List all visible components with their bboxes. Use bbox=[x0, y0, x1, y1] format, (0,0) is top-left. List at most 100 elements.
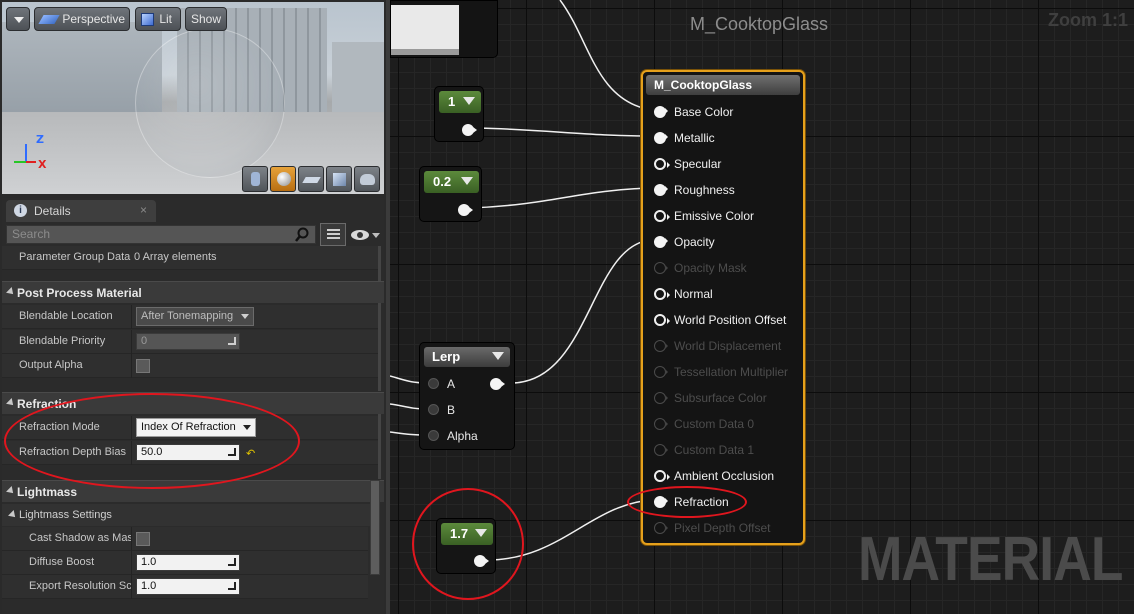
material-preview-viewport[interactable]: Perspective Lit Show Z X bbox=[2, 2, 384, 194]
output-pin[interactable] bbox=[462, 124, 477, 136]
chevron-down-icon bbox=[14, 17, 24, 23]
eye-icon bbox=[351, 230, 380, 240]
input-pin-pixel-depth-offset bbox=[654, 522, 668, 534]
category-post-process-material[interactable]: Post Process Material bbox=[2, 281, 384, 303]
search-icon[interactable] bbox=[294, 227, 310, 243]
input-pin-roughness[interactable] bbox=[654, 184, 668, 196]
collapse-arrow-icon bbox=[6, 398, 16, 408]
input-label-custom-data-1: Custom Data 1 bbox=[674, 443, 755, 457]
constant-value: 0.2 bbox=[433, 174, 452, 189]
output-pin[interactable] bbox=[490, 378, 505, 390]
input-label-a: A bbox=[447, 377, 456, 391]
property-label: Output Alpha bbox=[19, 359, 83, 371]
input-pin-specular[interactable] bbox=[654, 158, 670, 170]
input-label-base-color: Base Color bbox=[674, 105, 734, 119]
collapse-triangle-icon[interactable] bbox=[463, 97, 475, 105]
texture-thumbnail bbox=[391, 5, 459, 51]
blendable-priority-field[interactable]: 0 bbox=[136, 333, 240, 350]
cube-icon bbox=[333, 173, 346, 186]
lerp-node[interactable]: Lerp A B Alpha bbox=[419, 342, 515, 450]
close-icon[interactable]: × bbox=[140, 203, 147, 217]
cast-shadow-checkbox[interactable] bbox=[136, 532, 150, 546]
category-label: Post Process Material bbox=[17, 286, 142, 300]
column-divider bbox=[131, 330, 132, 354]
collapse-arrow-icon bbox=[6, 287, 16, 297]
preview-sphere bbox=[135, 28, 285, 178]
input-pin-ambient-occlusion[interactable] bbox=[654, 470, 670, 482]
search-input[interactable]: Search bbox=[6, 225, 316, 244]
input-pin-subsurface-color bbox=[654, 392, 668, 404]
show-button[interactable]: Show bbox=[185, 7, 227, 31]
tab-details[interactable]: i Details × bbox=[6, 200, 156, 222]
input-label-world-position-offset: World Position Offset bbox=[674, 313, 787, 327]
view-options-button[interactable] bbox=[348, 225, 382, 245]
preview-cylinder-button[interactable] bbox=[242, 166, 268, 192]
input-pin-custom-data-0 bbox=[654, 418, 668, 430]
axis-gizmo-icon bbox=[14, 140, 38, 164]
preview-mesh-button[interactable] bbox=[354, 166, 380, 192]
collapse-triangle-icon[interactable] bbox=[461, 177, 473, 185]
property-label: Blendable Location bbox=[19, 310, 113, 322]
collapse-triangle-icon[interactable] bbox=[492, 352, 504, 360]
material-result-node[interactable]: M_CooktopGlass Base Color Metallic Specula… bbox=[641, 70, 805, 545]
input-pin-b[interactable] bbox=[428, 404, 439, 415]
input-label-roughness: Roughness bbox=[674, 183, 735, 197]
teapot-icon bbox=[360, 174, 375, 185]
input-pin-custom-data-1 bbox=[654, 444, 668, 456]
output-alpha-checkbox[interactable] bbox=[136, 359, 150, 373]
input-pin-base-color[interactable] bbox=[654, 106, 668, 118]
chevron-down-icon bbox=[241, 314, 249, 319]
property-row-parameter-group-data: Parameter Group Data 0 Array elements bbox=[2, 246, 378, 270]
input-pin-world-position-offset[interactable] bbox=[654, 314, 670, 326]
category-label: Lightmass bbox=[17, 485, 78, 499]
column-divider bbox=[131, 527, 132, 551]
view-mode-lit-button[interactable]: Lit bbox=[135, 7, 181, 31]
input-label-b: B bbox=[447, 403, 456, 417]
perspective-label: Perspective bbox=[62, 12, 126, 26]
lit-cube-icon bbox=[141, 13, 154, 27]
input-label-metallic: Metallic bbox=[674, 131, 715, 145]
graph-watermark: MATERIAL bbox=[858, 525, 1123, 594]
property-matrix-button[interactable] bbox=[320, 223, 346, 246]
blendable-location-dropdown[interactable]: After Tonemapping bbox=[136, 307, 254, 326]
preview-cube-button[interactable] bbox=[326, 166, 352, 192]
column-divider bbox=[131, 354, 132, 378]
preview-plane-button[interactable] bbox=[298, 166, 324, 192]
texture-sample-node[interactable] bbox=[390, 0, 498, 58]
plane-icon bbox=[302, 177, 321, 183]
input-label-alpha: Alpha bbox=[447, 429, 478, 443]
preview-sphere-button[interactable] bbox=[270, 166, 296, 192]
input-pin-opacity[interactable] bbox=[654, 236, 668, 248]
input-label-specular: Specular bbox=[674, 157, 722, 171]
input-pin-a[interactable] bbox=[428, 378, 439, 389]
property-row-cast-shadow: Cast Shadow as Masked bbox=[2, 527, 368, 551]
collapse-arrow-icon bbox=[8, 510, 18, 520]
annotation-highlight-ellipse bbox=[627, 486, 747, 518]
column-divider bbox=[131, 551, 132, 575]
constant-node[interactable]: 1 bbox=[434, 86, 484, 142]
property-row-output-alpha: Output Alpha bbox=[2, 354, 378, 378]
input-label-pixel-depth-offset: Pixel Depth Offset bbox=[674, 521, 771, 535]
resize-grip-icon bbox=[228, 582, 236, 590]
input-label-opacity-mask: Opacity Mask bbox=[674, 261, 747, 275]
subcategory-label: Lightmass Settings bbox=[19, 509, 112, 521]
input-label-world-displacement: World Displacement bbox=[674, 339, 782, 353]
input-label-emissive-color: Emissive Color bbox=[674, 209, 755, 223]
details-scrollbar[interactable] bbox=[370, 480, 380, 575]
viewport-options-button[interactable] bbox=[6, 7, 30, 31]
material-graph-canvas[interactable]: M_CooktopGlass Zoom 1:1 MATERIAL 1 0.2 L… bbox=[390, 0, 1134, 614]
input-pin-normal[interactable] bbox=[654, 288, 670, 300]
constant-node[interactable]: 0.2 bbox=[419, 166, 482, 222]
show-label: Show bbox=[190, 12, 222, 26]
export-resolution-scale-field[interactable]: 1.0 bbox=[136, 578, 240, 595]
input-pin-emissive-color[interactable] bbox=[654, 210, 670, 222]
subcategory-lightmass-settings[interactable]: Lightmass Settings bbox=[2, 504, 378, 526]
property-label: Diffuse Boost bbox=[29, 556, 95, 568]
input-pin-alpha[interactable] bbox=[428, 430, 439, 441]
output-pin[interactable] bbox=[458, 204, 473, 216]
diffuse-boost-field[interactable]: 1.0 bbox=[136, 554, 240, 571]
property-row-diffuse-boost: Diffuse Boost 1.0 bbox=[2, 551, 368, 575]
background-building bbox=[332, 42, 384, 112]
input-pin-metallic[interactable] bbox=[654, 132, 668, 144]
perspective-button[interactable]: Perspective bbox=[34, 7, 130, 31]
